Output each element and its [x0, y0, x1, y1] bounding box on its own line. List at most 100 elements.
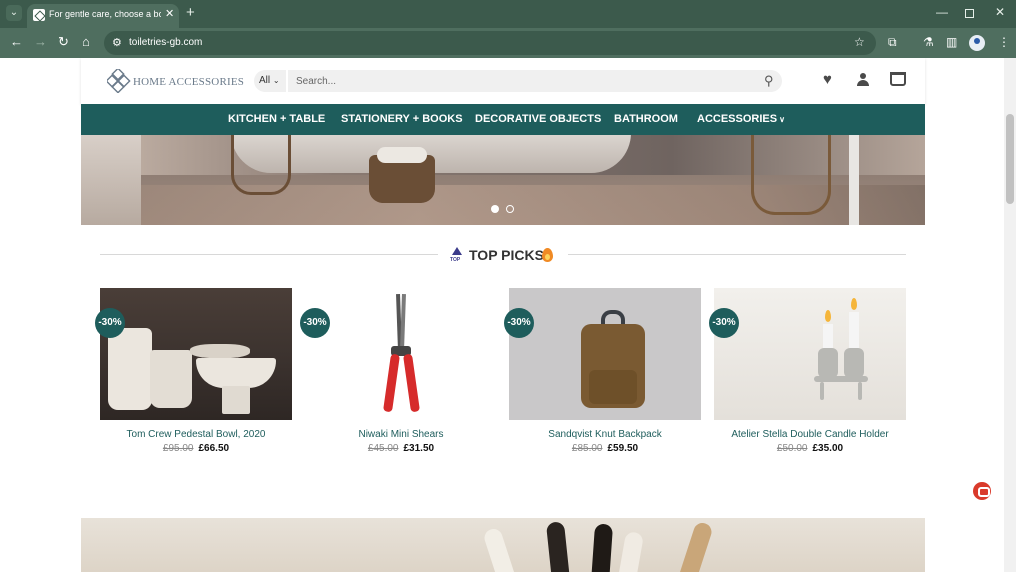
- site-info-icon[interactable]: ⚙: [112, 36, 122, 49]
- tab-search-button[interactable]: ⌄: [6, 5, 22, 21]
- candle-holder: [844, 348, 864, 378]
- basket-icon[interactable]: [890, 72, 906, 86]
- nav-item-decorative-objects[interactable]: DECORATIVE OBJECTS: [475, 113, 601, 125]
- section-divider-right: [568, 254, 906, 255]
- logo-text[interactable]: HOME ACCESSORIES: [133, 76, 244, 88]
- main-navigation: KITCHEN + TABLE STATIONERY + BOOKS DECOR…: [81, 104, 925, 135]
- old-price: £95.00: [162, 443, 194, 454]
- toothbrush-image: [678, 520, 714, 572]
- candle-holder: [818, 348, 838, 378]
- back-arrow-icon[interactable]: ←: [10, 34, 23, 49]
- reload-icon[interactable]: ↻: [58, 34, 69, 50]
- web-page: HOME ACCESSORIES All ⌄ ⚲ ♥ KITCHEN + TAB…: [0, 58, 1016, 572]
- browser-toolbar: ← → ↻ ⌂ ⚙ toiletries-gb.com ☆ ⧉ ⚗ ▥ ⋮: [0, 28, 1016, 58]
- toothbrush-image: [590, 523, 614, 572]
- hero-slider[interactable]: [81, 135, 925, 225]
- forward-arrow-icon[interactable]: →: [34, 34, 47, 49]
- product-name[interactable]: Niwaki Mini Shears: [305, 429, 497, 440]
- new-tab-button[interactable]: +: [186, 4, 195, 21]
- section-divider-left: [100, 254, 438, 255]
- address-bar[interactable]: ⚙ toiletries-gb.com ☆: [104, 31, 876, 55]
- nav-item-accessories-label: ACCESSORIES: [697, 113, 778, 125]
- slider-dot-2[interactable]: [506, 205, 514, 213]
- browser-menu-icon[interactable]: ⋮: [998, 35, 1010, 49]
- candle-holder-leg: [820, 382, 824, 400]
- hero-chair-right: [751, 135, 831, 215]
- window-close-button[interactable]: ✕: [995, 5, 1005, 19]
- minimize-button[interactable]: —: [936, 5, 948, 19]
- bowl-shape: [196, 358, 276, 388]
- product-image[interactable]: [509, 288, 701, 420]
- maximize-button[interactable]: [965, 9, 974, 18]
- candle: [849, 312, 859, 352]
- logo-icon[interactable]: [107, 69, 131, 93]
- shears-blade: [400, 293, 406, 351]
- candle-flame: [825, 310, 831, 322]
- discount-badge: -30%: [95, 308, 125, 338]
- product-image[interactable]: [100, 288, 292, 420]
- category-select[interactable]: All ⌄: [254, 70, 286, 92]
- product-price: £50.00 £35.00: [714, 443, 906, 454]
- chevron-down-icon: ∨: [779, 115, 785, 124]
- hero-wall-panel: [81, 135, 141, 225]
- shears-handle: [383, 353, 400, 413]
- profile-avatar-icon[interactable]: [969, 35, 985, 51]
- old-price: £45.00: [367, 443, 399, 454]
- old-price: £50.00: [776, 443, 808, 454]
- product-card[interactable]: -30% Tom Crew Pedestal Bowl, 2020 £95.00…: [95, 288, 292, 458]
- user-account-icon[interactable]: [857, 73, 869, 86]
- bowl-shape: [222, 386, 250, 414]
- chevron-down-icon: ⌄: [272, 76, 280, 85]
- bookmark-star-icon[interactable]: ☆: [854, 35, 865, 49]
- extensions-icon[interactable]: ⧉: [888, 35, 897, 50]
- shears-handle: [403, 353, 420, 413]
- hero-pillar: [849, 135, 859, 225]
- sale-price: £31.50: [403, 443, 435, 454]
- url-text[interactable]: toiletries-gb.com: [129, 37, 202, 48]
- old-price: £85.00: [571, 443, 603, 454]
- scrollbar-thumb[interactable]: [1006, 114, 1014, 204]
- search-input[interactable]: [288, 70, 782, 92]
- promo-banner[interactable]: [81, 518, 925, 572]
- product-price: £85.00 £59.50: [509, 443, 701, 454]
- candle-holder-leg: [858, 382, 862, 400]
- sale-price: £35.00: [812, 443, 844, 454]
- page-scrollbar[interactable]: [1004, 58, 1016, 572]
- discount-badge: -30%: [504, 308, 534, 338]
- tab-title: For gentle care, choose a body: [49, 9, 161, 19]
- home-icon[interactable]: ⌂: [82, 34, 90, 49]
- bowl-shape: [190, 344, 250, 358]
- product-name[interactable]: Tom Crew Pedestal Bowl, 2020: [100, 429, 292, 440]
- product-image[interactable]: [714, 288, 906, 420]
- product-image[interactable]: [305, 288, 497, 420]
- slider-dot-1[interactable]: [491, 205, 499, 213]
- toothbrush-image: [482, 526, 518, 572]
- tab-close-icon[interactable]: ✕: [165, 7, 174, 20]
- browser-tab[interactable]: For gentle care, choose a body ✕: [27, 4, 179, 28]
- sale-price: £66.50: [198, 443, 230, 454]
- product-price: £95.00 £66.50: [100, 443, 292, 454]
- search-icon[interactable]: ⚲: [764, 73, 774, 89]
- nav-item-bathroom[interactable]: BATHROOM: [614, 113, 678, 125]
- discount-badge: -30%: [300, 308, 330, 338]
- nav-item-stationery-books[interactable]: STATIONERY + BOOKS: [341, 113, 463, 125]
- product-name[interactable]: Atelier Stella Double Candle Holder: [714, 429, 906, 440]
- side-panel-icon[interactable]: ▥: [946, 35, 957, 49]
- chat-widget-icon[interactable]: [973, 482, 991, 500]
- section-title: TOP PICKS: [469, 247, 544, 263]
- backpack-pocket: [589, 370, 637, 404]
- product-card[interactable]: -30% Atelier Stella Double Candle Holder…: [709, 288, 906, 458]
- product-name[interactable]: Sandqvist Knut Backpack: [509, 429, 701, 440]
- product-card[interactable]: -30% Niwaki Mini Shears £45.00 £31.50: [300, 288, 497, 458]
- hero-towels: [377, 147, 427, 163]
- heart-icon[interactable]: ♥: [823, 71, 832, 88]
- bowl-shape: [108, 328, 152, 410]
- toothbrush-image: [545, 521, 571, 572]
- nav-item-kitchen-table[interactable]: KITCHEN + TABLE: [228, 113, 325, 125]
- nav-item-accessories[interactable]: ACCESSORIES ∨: [697, 113, 785, 125]
- labs-flask-icon[interactable]: ⚗: [923, 35, 934, 49]
- discount-badge: -30%: [709, 308, 739, 338]
- fire-icon: [542, 248, 553, 262]
- category-select-value: All: [259, 75, 271, 86]
- product-card[interactable]: -30% Sandqvist Knut Backpack £85.00 £59.5…: [504, 288, 701, 458]
